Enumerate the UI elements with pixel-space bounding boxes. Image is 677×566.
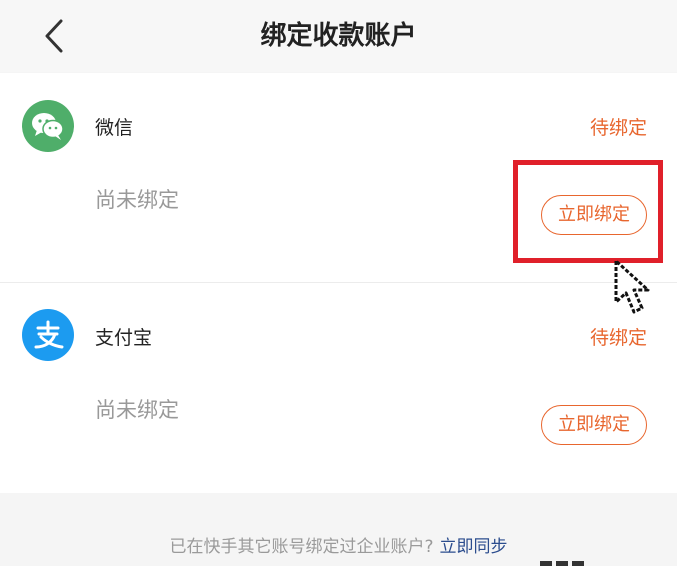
back-button[interactable] [34, 14, 74, 58]
account-card-alipay: 支付宝 待绑定 尚未绑定 立即绑定 [0, 283, 677, 493]
status-label: 待绑定 [589, 117, 647, 139]
chevron-left-icon [45, 19, 63, 53]
alipay-icon [22, 309, 74, 361]
footer-note-text: 已在快手其它账号绑定过企业账户? [169, 537, 434, 557]
account-name: 支付宝 [95, 327, 153, 349]
cropped-content [540, 561, 600, 566]
bind-state-text: 尚未绑定 [95, 398, 179, 422]
nav-bar: 绑定收款账户 [0, 0, 677, 72]
wechat-icon [22, 100, 74, 152]
bind-now-button-alipay[interactable]: 立即绑定 [541, 405, 647, 445]
highlight-box [513, 160, 663, 263]
bind-state-text: 尚未绑定 [95, 188, 179, 212]
account-name: 微信 [95, 117, 134, 139]
status-label: 待绑定 [589, 327, 647, 349]
footer-note: 已在快手其它账号绑定过企业账户? 立即同步 [0, 532, 677, 557]
sync-now-link[interactable]: 立即同步 [440, 537, 508, 557]
page-title: 绑定收款账户 [260, 21, 417, 51]
cursor-icon [614, 259, 650, 314]
